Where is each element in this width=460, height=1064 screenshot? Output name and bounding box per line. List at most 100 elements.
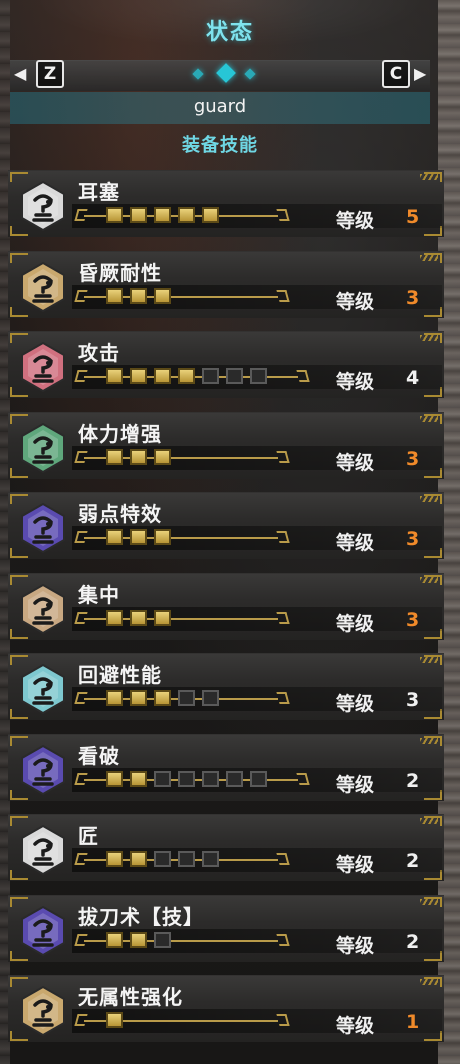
level-pip-filled (106, 287, 123, 304)
slash-decoration (420, 898, 438, 905)
page-title: 状态 (205, 20, 254, 45)
level-pip-empty (202, 368, 219, 384)
arrow-right-icon[interactable]: ▶ (414, 64, 426, 84)
level-pip-filled (130, 368, 147, 384)
skill-level-gauge (72, 204, 442, 228)
level-value: 3 (406, 608, 420, 631)
purple-jewel-icon (18, 744, 68, 796)
skill-level-gauge (72, 928, 442, 953)
slash-decoration (420, 979, 438, 985)
tab-indicator (186, 62, 266, 86)
slash-decoration (420, 335, 438, 341)
level-value: 1 (406, 1011, 420, 1033)
level-pip-empty (202, 690, 219, 706)
gauge-right-cap (296, 370, 310, 382)
level-pip-filled (154, 529, 171, 545)
level-label: 等级 (336, 773, 375, 796)
gauge-right-cap (276, 450, 290, 463)
slash-decoration (420, 415, 438, 422)
skill-row[interactable]: 看破等级 2 (8, 730, 444, 806)
skill-row[interactable]: 匠等级 2 (8, 810, 444, 886)
level-pip-filled (154, 287, 171, 304)
level-pip-filled (130, 931, 147, 948)
skill-name: 拔刀术【技】 (78, 904, 204, 929)
level-pip-empty (226, 770, 243, 787)
section-title: 装备技能 (182, 135, 258, 156)
slash-decoration (420, 818, 438, 824)
skill-row[interactable]: 弱点特效 等级 3 (8, 488, 444, 564)
slash-decoration (420, 496, 438, 502)
red-jewel-icon (18, 341, 68, 393)
skill-row[interactable]: 昏厥耐性 等级 3 (8, 247, 444, 323)
level-pip-filled (202, 207, 219, 223)
level-value: 3 (406, 689, 420, 711)
level-pip-filled (154, 690, 171, 706)
gauge-right-cap (276, 692, 290, 704)
level-pip-empty (154, 770, 171, 787)
level-pip-filled (130, 690, 147, 706)
prev-tab-key[interactable]: Z (36, 60, 64, 88)
tab-dot-icon[interactable] (192, 68, 204, 80)
skill-name: 回避性能 (78, 663, 162, 687)
level-pip-filled (106, 448, 123, 465)
skill-row[interactable]: 拔刀术【技】 等级 2 (8, 891, 444, 967)
level-value: 4 (406, 367, 420, 389)
level-pip-filled (106, 368, 123, 384)
level-pip-filled (154, 448, 171, 465)
gauge-right-cap (276, 853, 290, 865)
level-pip-empty (178, 690, 195, 706)
level-pip-filled (178, 207, 195, 223)
skill-level-gauge (72, 767, 442, 792)
level-pip-filled (130, 609, 147, 626)
level-pip-empty (178, 770, 195, 787)
gauge-right-cap (276, 933, 290, 946)
skill-level-gauge (72, 687, 442, 711)
level-pip-empty (178, 851, 195, 867)
gauge-right-cap (276, 611, 290, 624)
slash-decoration (420, 576, 438, 583)
white-jewel-icon (18, 180, 68, 232)
skill-level-gauge (72, 526, 442, 550)
level-pip-filled (106, 851, 123, 867)
tan-jewel-icon (18, 261, 68, 313)
cyan-jewel-icon (18, 663, 68, 715)
gauge-right-cap (296, 772, 310, 785)
level-pip-filled (106, 690, 123, 706)
skill-level-gauge (72, 284, 442, 309)
skill-row[interactable]: 无属性强化 等级 1 (8, 971, 444, 1047)
skill-name: 耳塞 (78, 180, 120, 204)
level-pip-empty (202, 770, 219, 787)
purple-jewel-icon (18, 905, 68, 957)
tab-dot-active-icon[interactable] (216, 63, 236, 83)
gauge-right-cap (276, 289, 290, 302)
level-pip-empty (154, 851, 171, 867)
skill-level-gauge (72, 1009, 442, 1033)
skill-name: 看破 (78, 743, 120, 768)
level-pip-filled (106, 609, 123, 626)
level-pip-filled (130, 529, 147, 545)
level-pip-filled (106, 931, 123, 948)
arrow-left-icon[interactable]: ◀ (14, 64, 26, 84)
level-label: 等级 (336, 612, 375, 635)
level-pip-filled (106, 770, 123, 787)
level-value: 3 (406, 286, 420, 309)
level-label: 等级 (336, 1015, 375, 1037)
skill-row[interactable]: 回避性能 等级 3 (8, 649, 444, 725)
skill-name: 弱点特效 (78, 502, 162, 526)
level-pip-filled (154, 609, 171, 626)
tab-dot-icon[interactable] (244, 68, 256, 80)
tan-jewel-icon (18, 985, 68, 1037)
level-value: 3 (406, 528, 420, 550)
skill-row[interactable]: 攻击 等级 4 (8, 327, 444, 403)
skill-row[interactable]: 耳塞 等级 5 (8, 166, 444, 242)
next-tab-key[interactable]: C (382, 60, 410, 88)
slash-decoration (420, 254, 438, 261)
white-jewel-icon (18, 824, 68, 876)
gauge-right-cap (276, 531, 290, 543)
skill-name: 体力增强 (78, 421, 162, 446)
level-label: 等级 (336, 934, 375, 957)
level-label: 等级 (336, 854, 375, 876)
skill-row[interactable]: 集中 等级 3 (8, 569, 444, 645)
skill-row[interactable]: 体力增强 等级 3 (8, 408, 444, 484)
level-value: 2 (406, 769, 420, 792)
